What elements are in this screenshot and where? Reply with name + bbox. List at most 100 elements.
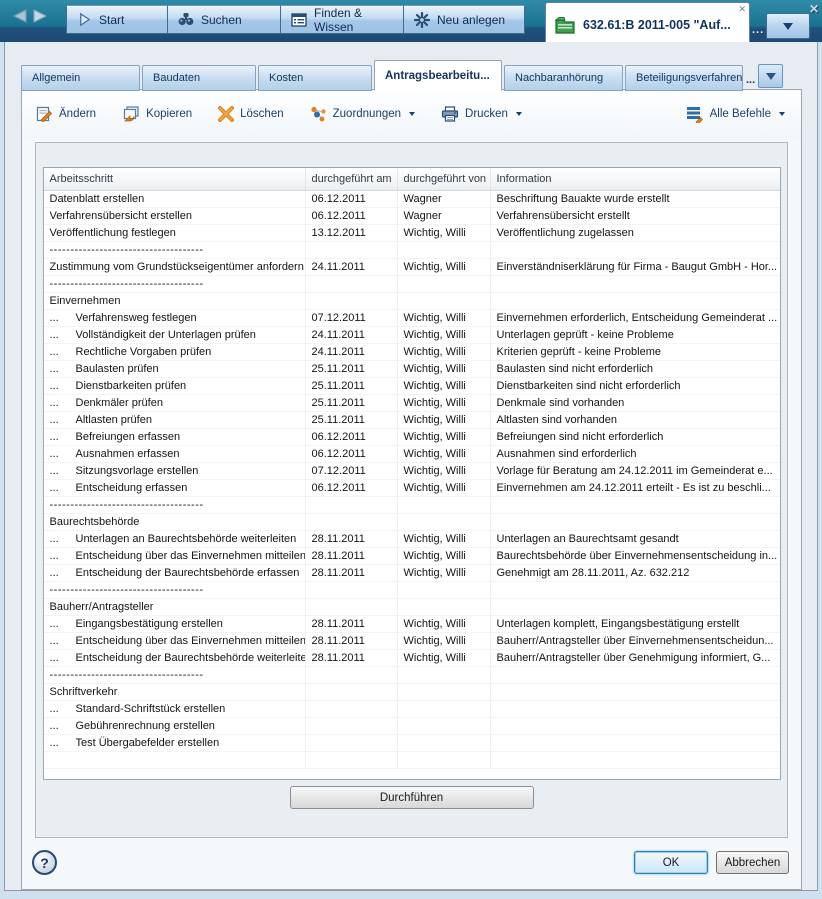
kopieren-button[interactable]: Kopieren xyxy=(122,106,192,122)
table-row[interactable]: ------------------------------------- xyxy=(44,582,780,599)
topbar-dropdown-button[interactable] xyxy=(766,13,810,39)
table-row[interactable]: ------------------------------------- xyxy=(44,667,780,684)
chevron-down-icon xyxy=(766,73,776,80)
table-row[interactable]: Baurechtsbehörde xyxy=(44,514,780,531)
table-row[interactable]: ...Dienstbarkeiten prüfen25.11.2011Wicht… xyxy=(44,378,780,395)
table-cell: 28.11.2011 xyxy=(306,548,398,565)
table-cell: Wichtig, Willi xyxy=(398,259,491,276)
table-cell: Dienstbarkeiten sind nicht erforderlich xyxy=(491,378,780,395)
table-row[interactable]: ...Befreiungen erfassen06.12.2011Wichtig… xyxy=(44,429,780,446)
table-cell xyxy=(491,514,780,531)
table-row[interactable]: Datenblatt erstellen06.12.2011WagnerBesc… xyxy=(44,191,780,208)
sub-step-ellipsis: ... xyxy=(50,448,76,460)
table-row[interactable]: ...Vollständigkeit der Unterlagen prüfen… xyxy=(44,327,780,344)
tab-label: Beteiligungsverfahren xyxy=(636,72,742,84)
table-row[interactable]: ------------------------------------- xyxy=(44,276,780,293)
tab-antragsbearbeitung[interactable]: Antragsbearbeitu... xyxy=(374,60,502,91)
table-cell: ...Entscheidung über das Einvernehmen mi… xyxy=(44,548,306,565)
suchen-button[interactable]: Suchen xyxy=(167,5,281,34)
green-folder-icon xyxy=(554,15,576,35)
tabstrip-dropdown-button[interactable] xyxy=(758,64,783,88)
help-icon[interactable]: ? xyxy=(32,850,57,875)
abbrechen-button[interactable]: Abbrechen xyxy=(716,851,789,874)
table-row[interactable]: ...Baulasten prüfen25.11.2011Wichtig, Wi… xyxy=(44,361,780,378)
table-cell: Wichtig, Willi xyxy=(398,650,491,667)
table-row[interactable]: Bauherr/Antragsteller xyxy=(44,599,780,616)
column-header-durchgefuehrt-von[interactable]: durchgeführt von xyxy=(398,168,491,190)
table-cell: Wichtig, Willi xyxy=(398,412,491,429)
table-row[interactable]: ------------------------------------- xyxy=(44,242,780,259)
durchfuehren-button[interactable]: Durchführen xyxy=(290,786,534,809)
table-row[interactable]: ...Entscheidung erfassen06.12.2011Wichti… xyxy=(44,480,780,497)
document-tab-close-icon[interactable]: ✕ xyxy=(738,4,746,14)
start-button[interactable]: Start xyxy=(66,5,168,34)
copy-icon xyxy=(122,106,140,122)
table-row[interactable]: Schriftverkehr xyxy=(44,684,780,701)
aendern-label: Ändern xyxy=(59,108,96,120)
table-row[interactable]: ...Ausnahmen erfassen06.12.2011Wichtig, … xyxy=(44,446,780,463)
tab-baudaten[interactable]: Baudaten xyxy=(142,65,256,91)
neu-anlegen-button[interactable]: Neu anlegen xyxy=(403,5,525,34)
table-cell xyxy=(491,582,780,599)
sub-step-ellipsis: ... xyxy=(50,482,76,494)
table-row[interactable]: ...Test Übergabefelder erstellen xyxy=(44,735,780,752)
table-cell xyxy=(306,735,398,752)
table-cell xyxy=(398,293,491,310)
window-close-icon[interactable]: ✕ xyxy=(809,2,819,16)
ok-button[interactable]: OK xyxy=(634,851,708,874)
column-header-arbeitsschritt[interactable]: Arbeitsschritt xyxy=(44,168,306,190)
tab-beteiligungsverfahren[interactable]: Beteiligungsverfahren xyxy=(625,65,743,91)
table-cell: 06.12.2011 xyxy=(306,208,398,225)
table-row[interactable]: ...Entscheidung über das Einvernehmen mi… xyxy=(44,633,780,650)
tab-allgemein[interactable]: Allgemein xyxy=(21,65,140,91)
table-cell: ...Entscheidung der Baurechtsbehörde wei… xyxy=(44,650,306,667)
aendern-button[interactable]: Ändern xyxy=(36,106,96,122)
table-cell: 28.11.2011 xyxy=(306,565,398,582)
table-row[interactable]: ...Eingangsbestätigung erstellen28.11.20… xyxy=(44,616,780,633)
table-row[interactable]: ...Entscheidung der Baurechtsbehörde erf… xyxy=(44,565,780,582)
table-row[interactable]: Zustimmung vom Grundstückseigentümer anf… xyxy=(44,259,780,276)
tab-strip: Allgemein Baudaten Kosten Antragsbearbei… xyxy=(21,61,817,90)
table-row[interactable]: ...Verfahrensweg festlegen07.12.2011Wich… xyxy=(44,310,780,327)
table-row[interactable]: Verfahrensübersicht erstellen06.12.2011W… xyxy=(44,208,780,225)
tab-nachbaranhoerung[interactable]: Nachbaranhörung xyxy=(504,65,623,91)
loeschen-button[interactable]: Löschen xyxy=(218,106,283,122)
table-cell: 06.12.2011 xyxy=(306,429,398,446)
table-row[interactable]: ...Rechtliche Vorgaben prüfen24.11.2011W… xyxy=(44,344,780,361)
table-cell: ...Gebührenrechnung erstellen xyxy=(44,718,306,735)
nav-forward-icon[interactable] xyxy=(32,6,54,26)
sub-step-ellipsis: ... xyxy=(50,380,76,392)
play-icon xyxy=(77,12,92,27)
burst-icon xyxy=(414,12,430,28)
table-cell: ...Ausnahmen erfassen xyxy=(44,446,306,463)
column-header-durchgefuehrt-am[interactable]: durchgeführt am xyxy=(306,168,398,190)
drucken-button[interactable]: Drucken xyxy=(441,106,522,122)
document-tab[interactable]: 632.61:B 2011-005 "Auf... ✕ xyxy=(545,2,750,42)
table-cell: ...Eingangsbestätigung erstellen xyxy=(44,616,306,633)
table-row[interactable]: ...Entscheidung über das Einvernehmen mi… xyxy=(44,548,780,565)
table-row[interactable]: ...Unterlagen an Baurechtsbehörde weiter… xyxy=(44,531,780,548)
finden-wissen-button[interactable]: Finden & Wissen xyxy=(280,5,404,34)
table-cell: ...Entscheidung erfassen xyxy=(44,480,306,497)
zuordnungen-button[interactable]: Zuordnungen xyxy=(310,106,415,122)
nav-back-icon[interactable] xyxy=(6,6,28,26)
table-row[interactable]: Einvernehmen xyxy=(44,293,780,310)
sub-step-ellipsis: ... xyxy=(50,431,76,443)
table-row[interactable]: ...Gebührenrechnung erstellen xyxy=(44,718,780,735)
table-row[interactable] xyxy=(44,752,780,769)
alle-befehle-button[interactable]: Alle Befehle xyxy=(686,106,785,123)
document-tab-label: 632.61:B 2011-005 "Auf... xyxy=(583,18,731,32)
table-row[interactable]: ------------------------------------- xyxy=(44,497,780,514)
table-row[interactable]: ...Denkmäler prüfen25.11.2011Wichtig, Wi… xyxy=(44,395,780,412)
table-row[interactable]: ...Entscheidung der Baurechtsbehörde wei… xyxy=(44,650,780,667)
table-cell: 25.11.2011 xyxy=(306,378,398,395)
table-row[interactable]: Veröffentlichung festlegen13.12.2011Wich… xyxy=(44,225,780,242)
tab-kosten[interactable]: Kosten xyxy=(258,65,372,91)
table-row[interactable]: ...Standard-Schriftstück erstellen xyxy=(44,701,780,718)
table-row[interactable]: ...Sitzungsvorlage erstellen07.12.2011Wi… xyxy=(44,463,780,480)
sub-step-ellipsis: ... xyxy=(50,550,76,562)
column-header-information[interactable]: Information xyxy=(491,168,780,190)
table-row[interactable]: ...Altlasten prüfen25.11.2011Wichtig, Wi… xyxy=(44,412,780,429)
tab-label: Nachbaranhörung xyxy=(515,72,603,84)
table-cell: 28.11.2011 xyxy=(306,650,398,667)
